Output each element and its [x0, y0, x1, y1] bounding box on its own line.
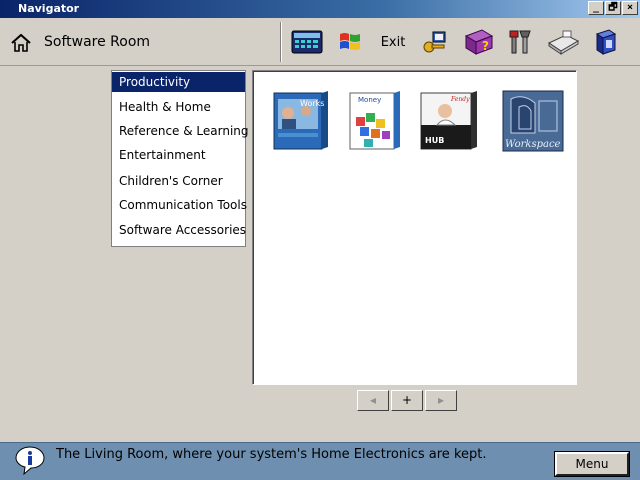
- svg-text:Works: Works: [300, 99, 324, 108]
- category-entertainment[interactable]: Entertainment: [112, 145, 245, 165]
- fax-phone-icon[interactable]: [546, 26, 580, 58]
- workspace-box-icon[interactable]: Workspace: [501, 89, 565, 153]
- window-title: Navigator: [18, 2, 80, 15]
- svg-text:HUB: HUB: [425, 136, 444, 145]
- tools-icon[interactable]: [503, 26, 537, 58]
- minimize-button[interactable]: _: [588, 1, 604, 15]
- toolbar-divider: [280, 22, 282, 62]
- speaker-device-icon[interactable]: [589, 26, 623, 58]
- next-page-button[interactable]: ▸: [425, 390, 457, 411]
- category-software-accessories[interactable]: Software Accessories: [112, 220, 246, 240]
- room-title: Software Room: [44, 34, 151, 50]
- exit-button[interactable]: Exit: [376, 26, 410, 58]
- svg-text:Workspace: Workspace: [505, 139, 561, 150]
- add-software-button[interactable]: +: [391, 390, 423, 411]
- software-pane: Works Money Fendy HUB Workspace: [252, 70, 577, 385]
- windows-flag-icon[interactable]: [333, 26, 367, 58]
- info-icon: [15, 446, 45, 475]
- category-childrens-corner[interactable]: Children's Corner: [112, 171, 245, 191]
- category-reference-learning[interactable]: Reference & Learning: [112, 121, 249, 141]
- status-message: The Living Room, where your system's Hom…: [56, 447, 487, 462]
- status-bar: The Living Room, where your system's Hom…: [0, 442, 640, 480]
- svg-text:?: ?: [482, 39, 489, 53]
- close-button[interactable]: ×: [622, 1, 638, 15]
- category-list: Productivity Health & Home Reference & L…: [111, 70, 249, 247]
- calculator-keypad-icon[interactable]: [290, 26, 324, 58]
- svg-text:Money: Money: [358, 96, 381, 104]
- category-health-home[interactable]: Health & Home: [112, 97, 245, 117]
- help-book-icon[interactable]: ?: [461, 26, 495, 58]
- svg-text:Fendy: Fendy: [450, 96, 470, 103]
- category-communication-tools[interactable]: Communication Tools: [112, 195, 247, 215]
- category-productivity[interactable]: Productivity: [112, 72, 245, 92]
- restore-button[interactable]: 🗗: [605, 1, 621, 15]
- title-bar[interactable]: Navigator _ 🗗 ×: [0, 0, 640, 18]
- action-hub-box-icon[interactable]: Fendy HUB: [417, 89, 481, 153]
- room-header: Software Room Exit ?: [0, 18, 640, 66]
- previous-page-button[interactable]: ◂: [357, 390, 389, 411]
- works-box-icon[interactable]: Works: [270, 89, 334, 153]
- home-icon[interactable]: [10, 32, 32, 54]
- key-setup-icon[interactable]: [418, 26, 452, 58]
- money-box-icon[interactable]: Money: [344, 89, 408, 153]
- exit-label: Exit: [380, 34, 406, 50]
- menu-button[interactable]: Menu: [554, 451, 630, 477]
